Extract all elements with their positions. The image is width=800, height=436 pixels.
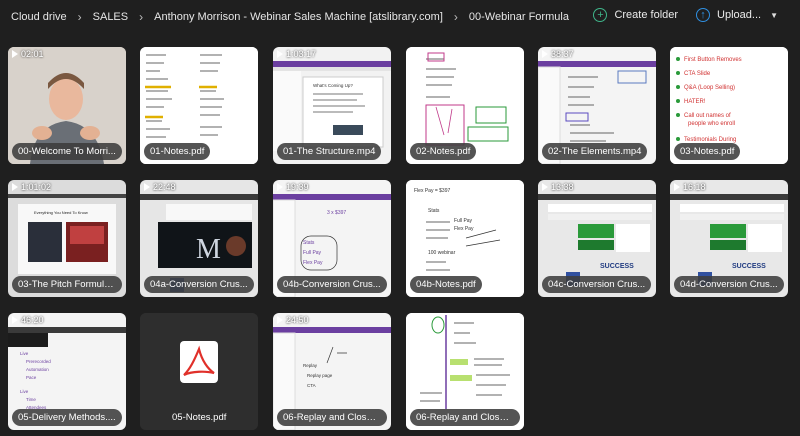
svg-text:Live: Live xyxy=(20,351,29,356)
svg-text:Automation: Automation xyxy=(26,367,49,372)
svg-text:CTA: CTA xyxy=(307,383,316,388)
file-name-label: 02-The Elements.mp4 xyxy=(542,143,648,160)
svg-text:100 webinar: 100 webinar xyxy=(428,250,456,256)
duration-badge: 16:18 xyxy=(674,182,706,192)
file-name-label: 06-Replay and Close.... xyxy=(277,409,387,426)
duration-badge: 22:48 xyxy=(144,182,176,192)
play-icon xyxy=(277,316,283,324)
file-tile[interactable]: First Button Removes CTA Slide Q&A (Loop… xyxy=(670,47,788,164)
play-icon xyxy=(277,183,283,191)
file-tile[interactable]: 38:37 02-The Elements.mp4 xyxy=(538,47,656,164)
svg-text:HATER!: HATER! xyxy=(684,99,706,105)
file-name-label: 01-Notes.pdf xyxy=(144,143,211,160)
file-tile[interactable]: 01-Notes.pdf xyxy=(140,47,258,164)
file-name-label: 03-Notes.pdf xyxy=(674,143,741,160)
svg-text:Prerecorded: Prerecorded xyxy=(26,359,51,364)
svg-text:SUCCESS: SUCCESS xyxy=(732,263,766,270)
play-icon xyxy=(12,183,18,191)
file-name-label: 04b-Notes.pdf xyxy=(410,276,482,293)
svg-text:Flex Pay = $397: Flex Pay = $397 xyxy=(414,188,450,194)
file-tile[interactable]: SUCCESS 13:38 04c-Conversion Crus... xyxy=(538,180,656,297)
chevron-down-icon: ▼ xyxy=(770,10,778,20)
breadcrumb: Cloud drive › SALES › Anthony Morrison -… xyxy=(11,11,569,23)
file-name-label: 04a-Conversion Crus... xyxy=(144,276,254,293)
svg-text:SUCCESS: SUCCESS xyxy=(600,263,634,270)
chevron-right-icon: › xyxy=(77,10,82,24)
top-bar: Cloud drive › SALES › Anthony Morrison -… xyxy=(0,0,800,36)
file-name-label: 06-Replay and Close.... xyxy=(410,409,520,426)
duration-badge: 1:01:02 xyxy=(12,182,51,192)
slide-title: What's Coming Up? xyxy=(313,83,353,88)
duration-badge: 1:03:17 xyxy=(277,49,316,59)
svg-text:Everything You Need To Know: Everything You Need To Know xyxy=(34,210,88,215)
svg-text:Full Pay: Full Pay xyxy=(454,218,473,224)
file-tile[interactable]: Replay Replay page CTA 24:50 06-Replay a… xyxy=(273,313,391,430)
create-folder-button[interactable]: + Create folder xyxy=(593,8,678,22)
file-tile[interactable]: 02-Notes.pdf xyxy=(406,47,524,164)
svg-text:M: M xyxy=(196,234,221,265)
duration-badge: 46:20 xyxy=(12,315,44,325)
play-icon xyxy=(674,183,680,191)
breadcrumb-course[interactable]: Anthony Morrison - Webinar Sales Machine… xyxy=(154,11,443,23)
svg-text:Flex Pay: Flex Pay xyxy=(303,260,323,266)
create-folder-label: Create folder xyxy=(614,9,679,21)
file-name-label: 02-Notes.pdf xyxy=(410,143,477,160)
svg-text:Time: Time xyxy=(26,397,36,402)
file-tile[interactable]: M 22:48 04a-Conversion Crus... xyxy=(140,180,258,297)
plus-circle-icon: + xyxy=(593,8,608,22)
upload-button[interactable]: ↑ Upload... ▼ xyxy=(696,8,778,22)
file-name-label: 04d-Conversion Crus... xyxy=(674,276,784,293)
file-tile[interactable]: What's Coming Up? 1:03:17 01-The Structu… xyxy=(273,47,391,164)
file-tile[interactable]: Everything You Need To Know 1:01:02 03-T… xyxy=(8,180,126,297)
file-tile[interactable]: 02:01 00-Welcome To Morri... xyxy=(8,47,126,164)
file-name-label: 04c-Conversion Crus... xyxy=(542,276,652,293)
duration-badge: 38:37 xyxy=(542,49,574,59)
file-name-label: 00-Welcome To Morri... xyxy=(12,143,122,160)
breadcrumb-current-folder: 00-Webinar Formula xyxy=(468,11,569,23)
file-tile[interactable]: 3 x $397 Stats Full Pay Flex Pay 19:39 0… xyxy=(273,180,391,297)
file-tile[interactable]: Live Prerecorded Automation Pace Live Ti… xyxy=(8,313,126,430)
file-name-label: 03-The Pitch Formula... xyxy=(12,276,122,293)
duration-badge: 13:38 xyxy=(542,182,574,192)
svg-text:CTA Slide: CTA Slide xyxy=(684,71,711,77)
svg-text:First Button Removes: First Button Removes xyxy=(684,57,742,63)
svg-text:people who enroll: people who enroll xyxy=(688,121,735,127)
file-tile[interactable]: SUCCESS 16:18 04d-Conversion Crus... xyxy=(670,180,788,297)
svg-text:Pace: Pace xyxy=(26,375,37,380)
duration-badge: 24:50 xyxy=(277,315,309,325)
svg-text:Replay: Replay xyxy=(303,363,318,368)
breadcrumb-cloud-drive[interactable]: Cloud drive xyxy=(11,11,67,23)
duration-badge: 02:01 xyxy=(12,49,44,59)
svg-text:Flex Pay: Flex Pay xyxy=(454,226,474,232)
file-tile[interactable]: 06-Replay and Close.... xyxy=(406,313,524,430)
play-icon xyxy=(144,183,150,191)
svg-text:Replay page: Replay page xyxy=(307,373,333,378)
svg-text:3 x $397: 3 x $397 xyxy=(327,210,346,216)
svg-text:Live: Live xyxy=(20,389,29,394)
svg-text:Stats: Stats xyxy=(303,240,315,246)
chevron-right-icon: › xyxy=(139,10,144,24)
upload-arrow-icon: ↑ xyxy=(696,8,711,22)
file-name-label: 01-The Structure.mp4 xyxy=(277,143,382,160)
play-icon xyxy=(542,183,548,191)
breadcrumb-sales[interactable]: SALES xyxy=(93,11,128,23)
svg-text:Q&A (Loop Selling): Q&A (Loop Selling) xyxy=(684,85,735,91)
file-name-label: 04b-Conversion Crus... xyxy=(277,276,387,293)
play-icon xyxy=(277,50,283,58)
upload-label: Upload... xyxy=(717,9,762,21)
duration-badge: 19:39 xyxy=(277,182,309,192)
svg-text:Stats: Stats xyxy=(428,208,440,214)
svg-text:Call out names of: Call out names of xyxy=(684,113,731,119)
file-name-label: 05-Delivery Methods.... xyxy=(12,409,122,426)
play-icon xyxy=(12,316,18,324)
chevron-right-icon: › xyxy=(453,10,458,24)
file-tile[interactable]: Flex Pay = $397 Stats Full Pay Flex Pay … xyxy=(406,180,524,297)
file-tile[interactable]: 05-Notes.pdf xyxy=(140,313,258,430)
file-name-label: 05-Notes.pdf xyxy=(172,412,227,423)
play-icon xyxy=(12,50,18,58)
svg-text:Full Pay: Full Pay xyxy=(303,250,322,256)
play-icon xyxy=(542,50,548,58)
